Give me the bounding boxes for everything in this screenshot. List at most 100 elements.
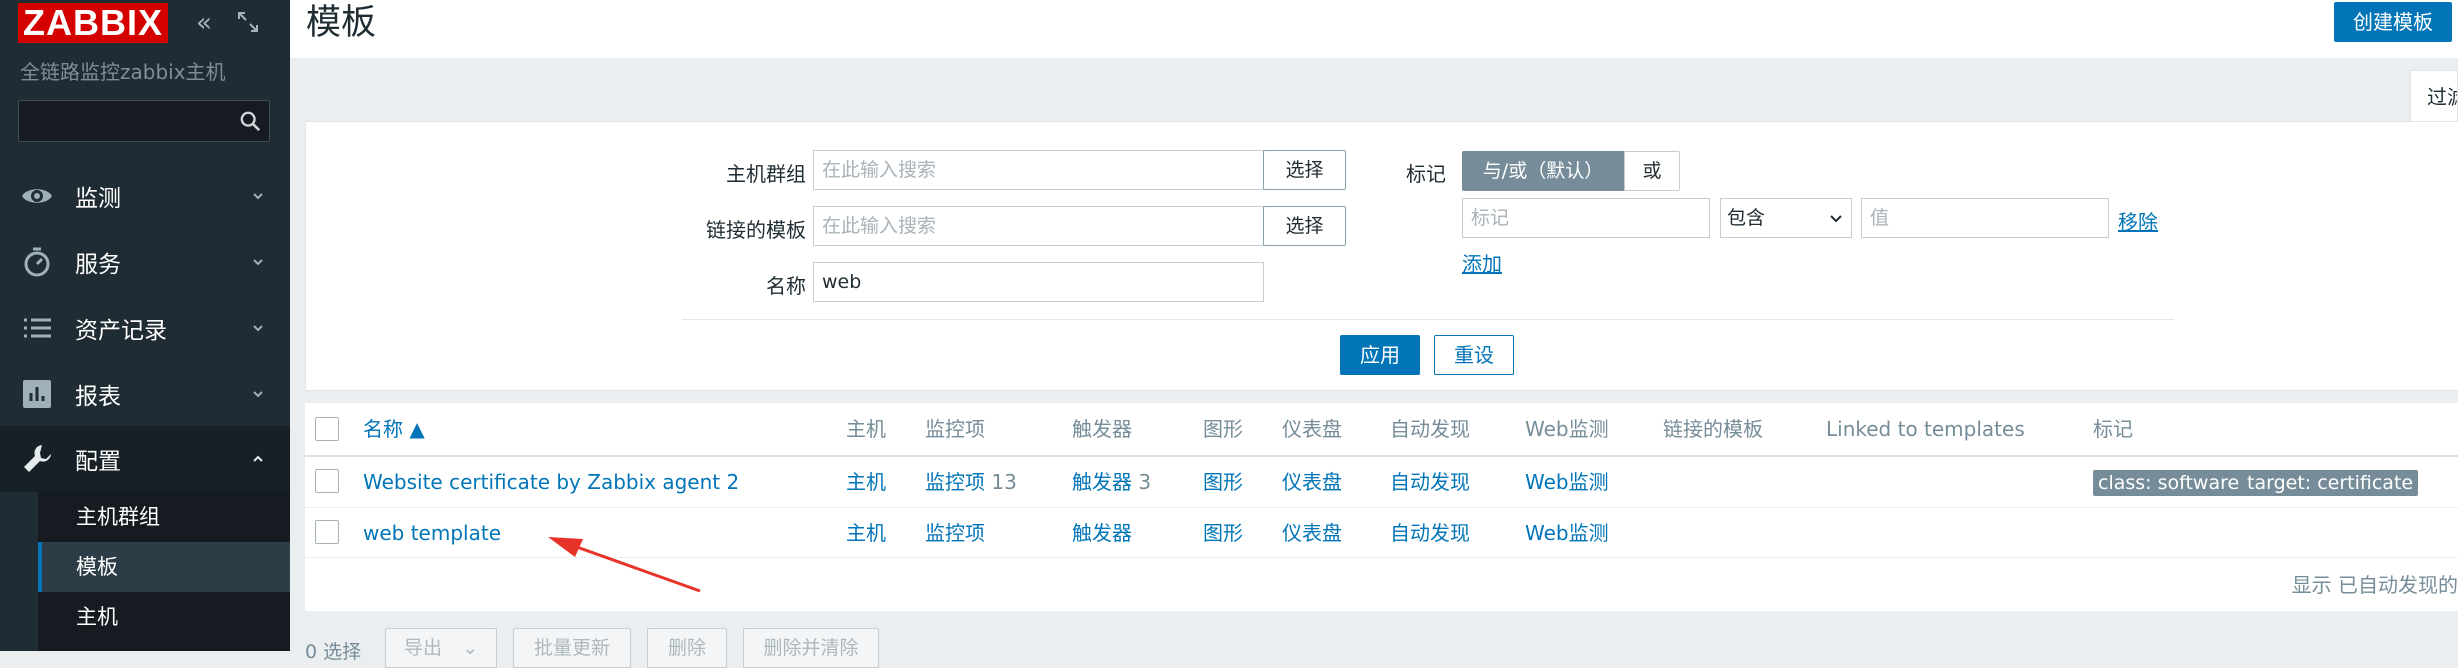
filter-panel: 主机群组 在此输入搜索 选择 链接的模板 在此输入搜索 选择 名称 web 标记… <box>305 121 2458 391</box>
column-triggers: 触发器 <box>1072 417 1132 441</box>
tag-badge[interactable]: target: certificate <box>2242 470 2419 496</box>
template-name-link[interactable]: Website certificate by Zabbix agent 2 <box>363 470 739 494</box>
submenu-templates[interactable]: 模板 <box>38 542 290 592</box>
column-dashboards: 仪表盘 <box>1282 417 1342 441</box>
dashboards-link[interactable]: 仪表盘 <box>1282 521 1342 545</box>
sidebar-search-input[interactable] <box>18 100 270 142</box>
menu-label: 资产记录 <box>75 318 167 344</box>
triggers-link[interactable]: 触发器 <box>1072 521 1132 545</box>
configuration-submenu: 主机群组 模板 主机 <box>38 492 290 651</box>
chevron-up-icon <box>253 455 263 462</box>
column-name-sort[interactable]: 名称 ▲ <box>363 403 425 455</box>
tags-or-option[interactable]: 或 <box>1624 151 1680 191</box>
templates-table: 名称 ▲ 主机 监控项 触发器 图形 仪表盘 自动发现 Web监测 链接的模板 … <box>305 403 2458 611</box>
column-web: Web监测 <box>1525 417 1609 441</box>
web-link[interactable]: Web监测 <box>1525 521 1609 545</box>
menu-services[interactable]: 服务 <box>0 229 290 295</box>
menu-configuration[interactable]: 配置 <box>0 426 290 492</box>
menu-monitoring[interactable]: 监测 <box>0 163 290 229</box>
menu-label: 监测 <box>75 186 121 212</box>
reset-button[interactable]: 重设 <box>1434 335 1514 375</box>
graphs-link[interactable]: 图形 <box>1203 470 1243 494</box>
web-link[interactable]: Web监测 <box>1525 470 1609 494</box>
search-icon[interactable] <box>239 110 261 132</box>
delete-button[interactable]: 删除 <box>647 628 727 668</box>
name-label: 名称 <box>766 274 806 298</box>
kiosk-mode-icon[interactable] <box>236 10 260 41</box>
add-tag-link[interactable]: 添加 <box>1462 248 1502 277</box>
items-cell: 监控项 13 <box>925 470 1017 494</box>
triggers-cell: 触发器 3 <box>1072 470 1151 494</box>
row-checkbox[interactable] <box>315 520 339 544</box>
column-tags: 标记 <box>2093 417 2133 441</box>
tags-label: 标记 <box>1406 162 1446 186</box>
items-link[interactable]: 监控项 <box>925 521 985 545</box>
menu-label: 报表 <box>75 384 121 410</box>
export-button[interactable]: 导出 ⌄ <box>385 628 497 668</box>
tag-name-input[interactable]: 标记 <box>1462 198 1710 238</box>
collapse-sidebar-icon[interactable]: « <box>196 8 212 38</box>
create-template-button[interactable]: 创建模板 <box>2334 2 2452 42</box>
column-items: 监控项 <box>925 417 985 441</box>
host-groups-label: 主机群组 <box>726 162 806 186</box>
filter-tab[interactable]: 过滤器 <box>2410 70 2458 122</box>
zabbix-logo[interactable]: ZABBIX <box>18 3 168 43</box>
column-discovery: 自动发现 <box>1390 417 1470 441</box>
filter-divider <box>682 319 2174 320</box>
tags-and-or-option[interactable]: 与/或（默认） <box>1462 151 1624 191</box>
dashboards-link[interactable]: 仪表盘 <box>1282 470 1342 494</box>
linked-templates-select-button[interactable]: 选择 <box>1263 206 1346 246</box>
bar-chart-icon <box>23 380 51 408</box>
row-divider <box>305 557 2458 558</box>
column-graphs: 图形 <box>1203 417 1243 441</box>
tag-value-input[interactable]: 值 <box>1861 198 2109 238</box>
discovery-link[interactable]: 自动发现 <box>1390 521 1470 545</box>
menu-inventory[interactable]: 资产记录 <box>0 295 290 361</box>
host-groups-input[interactable]: 在此输入搜索 <box>813 150 1264 190</box>
stopwatch-icon <box>24 247 50 277</box>
menu-label: 配置 <box>75 449 121 475</box>
apply-button[interactable]: 应用 <box>1340 335 1420 375</box>
delete-and-clear-button[interactable]: 删除并清除 <box>743 628 879 668</box>
name-input[interactable]: web <box>813 262 1264 302</box>
menu-label: 服务 <box>75 252 121 278</box>
page-header: 模板 创建模板 <box>290 0 2458 58</box>
tag-operator-select[interactable]: 包含 <box>1720 198 1852 238</box>
host-groups-select-button[interactable]: 选择 <box>1263 150 1346 190</box>
hosts-link[interactable]: 主机 <box>846 521 886 545</box>
linked-templates-input[interactable]: 在此输入搜索 <box>813 206 1264 246</box>
menu-reports[interactable]: 报表 <box>0 361 290 427</box>
page-title: 模板 <box>306 3 377 43</box>
hosts-link[interactable]: 主机 <box>846 470 886 494</box>
mass-update-button[interactable]: 批量更新 <box>513 628 631 668</box>
submenu-hosts[interactable]: 主机 <box>38 592 290 642</box>
row-divider <box>305 507 2458 508</box>
sidebar: ZABBIX « 全链路监控zabbix主机 监测 服务 资产记录 报表 配置 … <box>0 0 290 651</box>
eye-icon <box>22 189 52 203</box>
select-all-checkbox[interactable] <box>315 417 339 441</box>
wrench-icon <box>24 445 51 472</box>
table-footer-text: 显示 已自动发现的 <box>2291 573 2458 597</box>
linked-templates-label: 链接的模板 <box>706 218 806 242</box>
list-icon <box>24 318 51 338</box>
triggers-count: 3 <box>1138 470 1152 494</box>
column-linked-to-templates: Linked to templates <box>1826 417 2025 441</box>
chevron-down-icon: ⌄ <box>462 637 478 659</box>
triggers-link[interactable]: 触发器 <box>1072 470 1132 494</box>
chevron-down-icon <box>253 325 263 332</box>
chevron-down-icon <box>253 193 263 200</box>
row-checkbox[interactable] <box>315 469 339 493</box>
template-name-link[interactable]: web template <box>363 521 501 545</box>
tag-badge[interactable]: class: software <box>2093 470 2245 496</box>
submenu-host-groups[interactable]: 主机群组 <box>38 492 290 542</box>
chevron-down-icon <box>253 259 263 266</box>
chevron-down-icon <box>1830 215 1842 223</box>
column-hosts: 主机 <box>846 417 886 441</box>
discovery-link[interactable]: 自动发现 <box>1390 470 1470 494</box>
items-count: 13 <box>991 470 1017 494</box>
remove-tag-link[interactable]: 移除 <box>2118 206 2158 235</box>
tag-operator-value: 包含 <box>1727 207 1766 229</box>
graphs-link[interactable]: 图形 <box>1203 521 1243 545</box>
items-link[interactable]: 监控项 <box>925 470 985 494</box>
server-name: 全链路监控zabbix主机 <box>20 60 226 84</box>
